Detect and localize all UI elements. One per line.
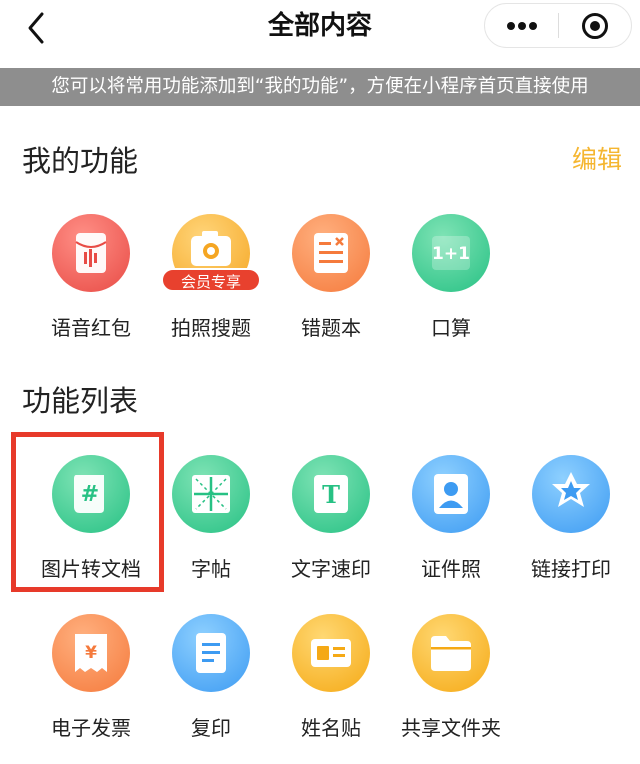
mini-program-capsule bbox=[484, 3, 632, 48]
one-plus-one-icon: 1+1 bbox=[412, 214, 490, 292]
function-label: 电子发票 bbox=[51, 716, 131, 740]
grid-copybook-icon bbox=[172, 455, 250, 533]
id-photo-icon bbox=[412, 455, 490, 533]
svg-text:#: # bbox=[81, 482, 99, 507]
function-label: 图片转文档 bbox=[41, 557, 141, 581]
member-badge: 会员专享 bbox=[161, 268, 261, 292]
svg-text:¥: ¥ bbox=[85, 643, 97, 663]
function-wrong-questions[interactable]: 错题本 bbox=[271, 214, 391, 364]
edit-button[interactable]: 编辑 bbox=[572, 140, 622, 176]
folder-icon bbox=[412, 614, 490, 692]
function-label: 文字速印 bbox=[291, 557, 371, 581]
function-label: 拍照搜题 bbox=[171, 316, 251, 340]
function-label: 链接打印 bbox=[531, 557, 611, 581]
function-label: 证件照 bbox=[421, 557, 481, 581]
svg-text:T: T bbox=[322, 480, 340, 509]
invoice-icon: ¥ bbox=[52, 614, 130, 692]
notebook-icon bbox=[292, 214, 370, 292]
function-name-tag[interactable]: 姓名贴 bbox=[271, 614, 391, 764]
function-label: 复印 bbox=[191, 716, 231, 740]
hash-document-icon: # bbox=[52, 455, 130, 533]
svg-text:1+1: 1+1 bbox=[432, 244, 470, 264]
function-photo-search[interactable]: 会员专享 拍照搜题 bbox=[151, 214, 271, 364]
function-label: 共享文件夹 bbox=[401, 716, 501, 740]
function-shared-folder[interactable]: 共享文件夹 bbox=[391, 614, 511, 764]
function-label: 语音红包 bbox=[51, 316, 131, 340]
text-t-icon: T bbox=[292, 455, 370, 533]
function-quick-text-print[interactable]: T 文字速印 bbox=[271, 455, 391, 605]
function-image-to-doc[interactable]: # 图片转文档 bbox=[31, 455, 151, 605]
more-button[interactable] bbox=[485, 4, 558, 47]
name-tag-icon bbox=[292, 614, 370, 692]
function-list-title: 功能列表 bbox=[22, 384, 139, 418]
function-voice-red-envelope[interactable]: 语音红包 bbox=[31, 214, 151, 364]
star-link-icon bbox=[532, 455, 610, 533]
close-button[interactable] bbox=[580, 11, 610, 41]
function-e-invoice[interactable]: ¥ 电子发票 bbox=[31, 614, 151, 764]
function-mental-math[interactable]: 1+1 口算 bbox=[391, 214, 511, 364]
function-id-photo[interactable]: 证件照 bbox=[391, 455, 511, 605]
capsule-divider bbox=[558, 13, 559, 38]
function-label: 口算 bbox=[431, 316, 471, 340]
function-link-print[interactable]: 链接打印 bbox=[511, 455, 631, 605]
my-functions-title: 我的功能 bbox=[22, 144, 139, 178]
voice-red-envelope-icon bbox=[52, 214, 130, 292]
function-photocopy[interactable]: 复印 bbox=[151, 614, 271, 764]
function-copybook[interactable]: 字帖 bbox=[151, 455, 271, 605]
function-label: 姓名贴 bbox=[301, 716, 361, 740]
function-label: 错题本 bbox=[301, 316, 361, 340]
function-label: 字帖 bbox=[191, 557, 231, 581]
info-banner: 您可以将常用功能添加到“我的功能”，方便在小程序首页直接使用 bbox=[0, 68, 640, 106]
nav-bar: 全部内容 bbox=[0, 0, 640, 64]
copy-document-icon bbox=[172, 614, 250, 692]
target-close-icon bbox=[582, 13, 608, 39]
